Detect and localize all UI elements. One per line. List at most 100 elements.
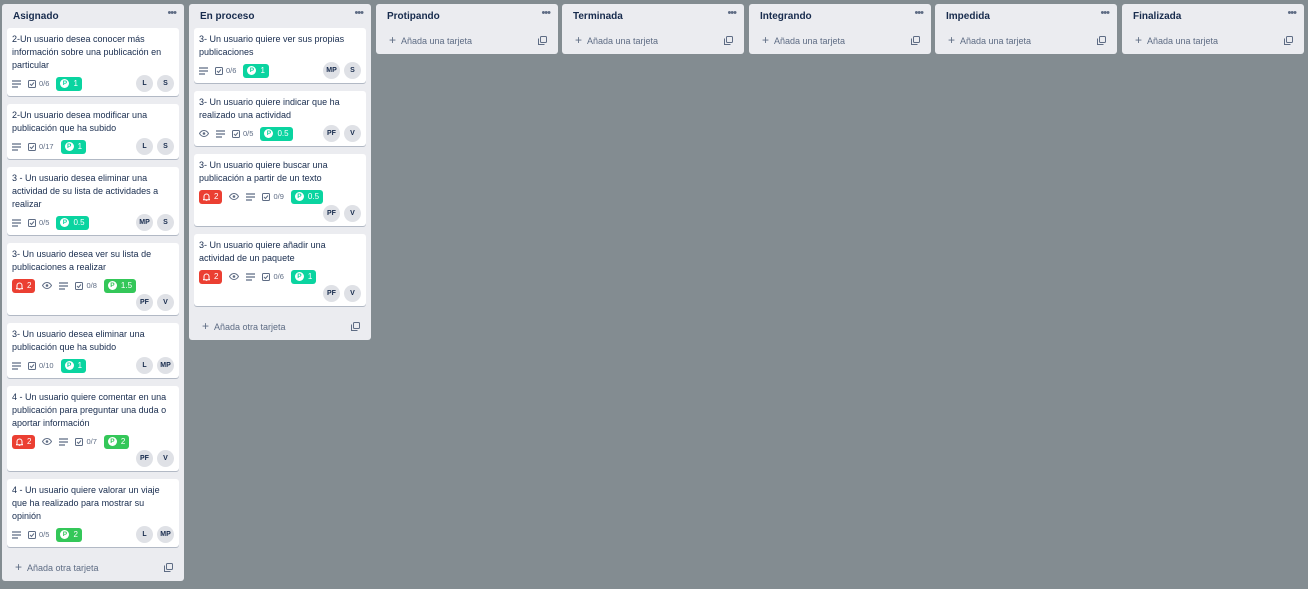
list-title[interactable]: Asignado — [13, 11, 59, 22]
card[interactable]: 3 - Un usuario desea eliminar una activi… — [7, 167, 179, 235]
points-icon: P — [64, 142, 74, 151]
alert-badge: 2 — [199, 269, 223, 284]
eye-icon — [199, 130, 209, 137]
alert-badge: 2 — [12, 434, 36, 449]
points-badge: P1 — [56, 76, 82, 91]
avatar[interactable]: S — [157, 138, 174, 155]
card-badges: 0/5 P 0.5 MP S — [12, 214, 174, 231]
list-title[interactable]: Integrando — [760, 11, 812, 22]
avatar[interactable]: PF — [323, 205, 340, 222]
avatar[interactable]: MP — [157, 526, 174, 543]
avatar[interactable]: S — [344, 62, 361, 79]
points-badge: P1 — [290, 269, 317, 284]
card[interactable]: 2-Un usuario desea conocer más informaci… — [7, 28, 179, 96]
list-en-proceso: En proceso ••• 3- Un usuario quiere ver … — [189, 4, 371, 340]
ellipsis-icon[interactable]: ••• — [354, 7, 364, 19]
description-icon — [12, 530, 21, 539]
add-card-button[interactable]: + Añada una tarjeta — [940, 28, 1112, 54]
card-badges: 0/17 P1 L S — [12, 138, 174, 155]
plus-icon: + — [575, 33, 583, 47]
template-icon[interactable] — [1284, 36, 1293, 47]
card-title: 3 - Un usuario desea eliminar una activi… — [12, 173, 159, 209]
template-icon[interactable] — [538, 36, 547, 47]
card[interactable]: 3- Un usuario quiere añadir una activida… — [194, 234, 366, 306]
add-card-label: Añada otra tarjeta — [27, 563, 99, 573]
avatar[interactable]: PF — [136, 294, 153, 311]
avatar[interactable]: L — [136, 357, 153, 374]
card-members: L S — [136, 75, 174, 92]
list-title[interactable]: Protipando — [387, 11, 440, 22]
card[interactable]: 3- Un usuario quiere ver sus propias pub… — [194, 28, 366, 83]
avatar[interactable]: PF — [323, 125, 340, 142]
checklist-badge: 0/6 — [215, 66, 236, 75]
list-title[interactable]: Finalizada — [1133, 11, 1181, 22]
list-header: Asignado ••• — [7, 4, 179, 28]
card-title: 3- Un usuario quiere indicar que ha real… — [199, 97, 340, 120]
card-badges: 2 0/9 P 0.5 — [199, 188, 361, 205]
add-card-button[interactable]: + Añada una tarjeta — [754, 28, 926, 54]
template-icon[interactable] — [164, 563, 173, 574]
avatar[interactable]: PF — [136, 450, 153, 467]
avatar[interactable]: MP — [157, 357, 174, 374]
card[interactable]: 3- Un usuario desea ver su lista de publ… — [7, 243, 179, 315]
avatar[interactable]: V — [157, 294, 174, 311]
card-badges: 2 0/7 P2 — [12, 433, 174, 450]
avatar[interactable]: MP — [323, 62, 340, 79]
checklist-badge: 0/6 — [28, 79, 49, 88]
checklist-badge: 0/7 — [75, 437, 97, 446]
card-title: 2-Un usuario desea modificar una publica… — [12, 110, 148, 133]
list-title[interactable]: Terminada — [573, 11, 623, 22]
add-card-button[interactable]: + Añada otra tarjeta — [194, 314, 366, 340]
avatar[interactable]: MP — [136, 214, 153, 231]
ellipsis-icon[interactable]: ••• — [1100, 7, 1110, 19]
card[interactable]: 3- Un usuario quiere indicar que ha real… — [194, 91, 366, 146]
template-icon[interactable] — [351, 322, 360, 333]
ellipsis-icon[interactable]: ••• — [167, 7, 177, 19]
checklist-icon — [262, 192, 271, 201]
avatar[interactable]: L — [136, 138, 153, 155]
avatar[interactable]: V — [344, 285, 361, 302]
checklist-icon — [232, 129, 240, 138]
card-badges: 2 0/8 P 1.5 — [12, 277, 174, 294]
checklist-icon — [215, 66, 223, 75]
description-icon — [59, 281, 69, 290]
add-card-button[interactable]: + Añada una tarjeta — [381, 28, 553, 54]
plus-icon: + — [15, 560, 23, 574]
checklist-badge: 0/5 — [232, 129, 253, 138]
avatar[interactable]: S — [157, 214, 174, 231]
checklist-badge: 0/9 — [262, 192, 284, 201]
ellipsis-icon[interactable]: ••• — [541, 7, 551, 19]
avatar[interactable]: PF — [323, 285, 340, 302]
add-card-button[interactable]: + Añada otra tarjeta — [7, 555, 179, 581]
ellipsis-icon[interactable]: ••• — [727, 7, 737, 19]
card[interactable]: 3- Un usuario quiere buscar una publicac… — [194, 154, 366, 226]
avatar[interactable]: L — [136, 75, 153, 92]
template-icon[interactable] — [724, 36, 733, 47]
list-title[interactable]: Impedida — [946, 11, 990, 22]
card-members: L MP — [136, 357, 174, 374]
add-card-label: Añada una tarjeta — [960, 36, 1032, 46]
card[interactable]: 4 - Un usuario quiere valorar un viaje q… — [7, 479, 179, 547]
alert-badge: 2 — [12, 278, 36, 293]
card[interactable]: 2-Un usuario desea modificar una publica… — [7, 104, 179, 159]
eye-icon — [229, 273, 240, 280]
checklist-badge: 0/6 — [262, 272, 284, 281]
card-title: 2-Un usuario desea conocer más informaci… — [12, 34, 162, 70]
ellipsis-icon[interactable]: ••• — [1287, 7, 1297, 19]
template-icon[interactable] — [911, 36, 920, 47]
add-card-button[interactable]: + Añada una tarjeta — [1127, 28, 1299, 54]
list-title[interactable]: En proceso — [200, 11, 254, 22]
bell-icon — [16, 438, 23, 446]
card[interactable]: 4 - Un usuario quiere comentar en una pu… — [7, 386, 179, 471]
avatar[interactable]: V — [344, 205, 361, 222]
description-icon — [199, 66, 208, 75]
avatar[interactable]: V — [344, 125, 361, 142]
avatar[interactable]: L — [136, 526, 153, 543]
checklist-icon — [28, 530, 36, 539]
card[interactable]: 3- Un usuario desea eliminar una publica… — [7, 323, 179, 378]
template-icon[interactable] — [1097, 36, 1106, 47]
add-card-button[interactable]: + Añada una tarjeta — [567, 28, 739, 54]
avatar[interactable]: S — [157, 75, 174, 92]
ellipsis-icon[interactable]: ••• — [914, 7, 924, 19]
avatar[interactable]: V — [157, 450, 174, 467]
